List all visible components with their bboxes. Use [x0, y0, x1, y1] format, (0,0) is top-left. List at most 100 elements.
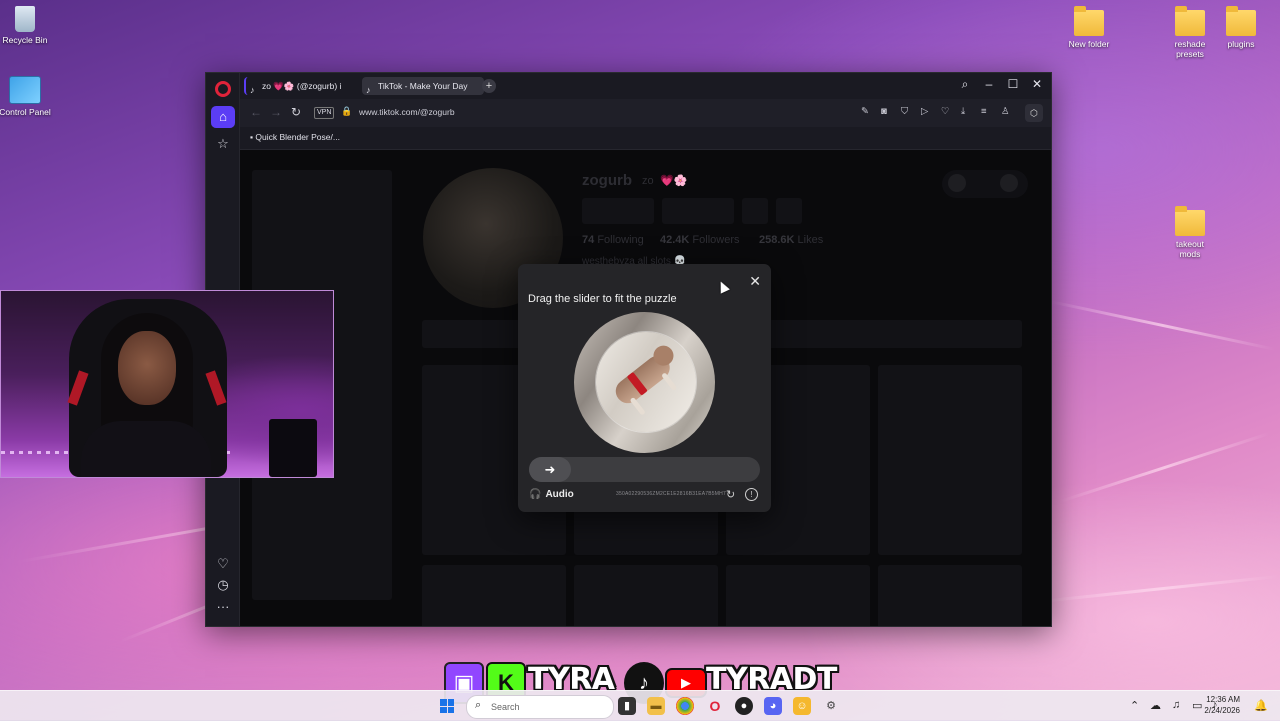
file-explorer-icon[interactable]: ▬ — [647, 697, 665, 715]
more-icon[interactable] — [1000, 174, 1018, 192]
bookmarks-bar: ▪ Quick Blender Pose/... — [240, 127, 1051, 150]
forward-arrow-icon[interactable]: → — [270, 105, 282, 119]
home-icon[interactable]: ⌂ — [211, 106, 235, 128]
close-window-button[interactable]: ✕ — [1028, 77, 1046, 91]
tray-chevron-icon[interactable]: ⌃ — [1130, 699, 1139, 712]
refresh-icon[interactable]: ↻ — [726, 488, 735, 501]
url-field[interactable]: www.tiktok.com/@zogurb — [359, 107, 455, 117]
action-button-skeleton[interactable] — [582, 198, 654, 224]
extensions-cube-icon[interactable]: ⬡ — [1025, 104, 1043, 122]
action-button-skeleton[interactable] — [776, 198, 802, 224]
profile-nickname: zo — [642, 175, 654, 187]
video-thumbnail[interactable] — [878, 365, 1022, 555]
discord-icon[interactable]: ◕ — [764, 697, 782, 715]
opera-logo-icon[interactable] — [215, 81, 231, 97]
folder-icon — [1226, 6, 1256, 36]
play-icon[interactable]: ▷ — [921, 106, 928, 117]
desktop-icon-label: plugins — [1227, 39, 1255, 49]
search-tabs-icon[interactable]: ⌕ — [956, 77, 974, 92]
chrome-icon[interactable] — [676, 697, 694, 715]
onedrive-cloud-icon[interactable]: ☁ — [1150, 699, 1161, 712]
stat-followers[interactable]: 42.4K Followers — [660, 234, 740, 246]
action-button-skeleton[interactable] — [742, 198, 768, 224]
desktop-icon-recycle-bin[interactable]: Recycle Bin — [0, 6, 60, 45]
video-thumbnail[interactable] — [878, 565, 1022, 626]
minimize-button[interactable]: – — [980, 77, 998, 91]
followers-count: 42.4K — [660, 234, 690, 246]
likes-count: 258.6K — [759, 234, 795, 246]
heart-icon[interactable]: ♡ — [214, 555, 232, 573]
puzzle-rotating-piece — [575, 312, 715, 453]
puzzle-slider-track[interactable]: ➜ — [529, 457, 760, 482]
puzzle-image — [574, 312, 715, 453]
chat-app-icon[interactable]: ☺ — [793, 697, 811, 715]
stat-following[interactable]: 74 Following — [582, 234, 644, 246]
audio-button[interactable]: 🎧 Audio — [529, 489, 574, 500]
desktop-icon-control-panel[interactable]: Control Panel — [0, 76, 60, 117]
bookmark-label: Quick Blender Pose/... — [255, 132, 340, 142]
desktop-icon-new-folder[interactable]: New folder — [1054, 6, 1124, 49]
tab-tiktok-active[interactable]: ♪ TikTok - Make Your Day — [362, 77, 484, 95]
captcha-dialog: ✕ Drag the slider to fit the puzzle ➜ 🎧 A… — [518, 264, 771, 512]
reload-icon[interactable]: ↻ — [291, 105, 301, 119]
following-label: Following — [597, 234, 644, 246]
new-tab-button[interactable]: + — [482, 79, 496, 93]
more-dots-icon[interactable]: ··· — [214, 598, 232, 616]
shield-icon[interactable]: ⛉ — [901, 106, 908, 117]
bookmark-item[interactable]: ▪ Quick Blender Pose/... — [250, 132, 340, 142]
video-thumbnail[interactable] — [574, 565, 718, 626]
download-icon[interactable]: ⤓ — [961, 106, 965, 117]
windows-start-icon[interactable] — [440, 699, 454, 713]
display-icon[interactable]: ▭ — [1192, 699, 1202, 712]
wallpaper-streak — [1049, 300, 1276, 351]
edit-icon[interactable]: ✎ — [861, 106, 869, 117]
desktop-icon-label: Recycle Bin — [2, 35, 48, 45]
close-icon[interactable]: ✕ — [749, 273, 761, 290]
tab-title: TikTok - Make Your Day — [378, 81, 468, 91]
app-icon[interactable]: ● — [735, 697, 753, 715]
notification-bell-icon[interactable]: 🔔 — [1254, 699, 1268, 712]
audio-label: Audio — [545, 489, 574, 500]
lock-icon[interactable]: 🔒 — [341, 106, 352, 117]
windows-taskbar: ⌕ Search ▮ ▬ O ● ◕ ☺ ⚙ ⌃ ☁ ♫ ▭ ♪ 12:36 A… — [0, 690, 1280, 721]
star-icon[interactable]: ☆ — [214, 135, 232, 153]
profile-username: zogurb — [582, 172, 632, 189]
tab-zogurb-profile[interactable]: ♪ zo 💗🌸 (@zogurb) i — [244, 77, 380, 95]
taskbar-search[interactable]: ⌕ Search — [466, 695, 614, 719]
slider-handle-arrow-icon[interactable]: ➜ — [529, 457, 571, 482]
back-arrow-icon[interactable]: ← — [250, 105, 262, 119]
clock-time: 12:36 AM — [1206, 695, 1240, 704]
captcha-title: Drag the slider to fit the puzzle — [528, 293, 677, 305]
video-thumbnail[interactable] — [422, 565, 566, 626]
desktop-icon-label: Control Panel — [0, 107, 51, 117]
wallpaper-streak — [1059, 432, 1270, 503]
vpn-badge[interactable]: VPN — [314, 107, 335, 119]
info-icon[interactable]: ! — [745, 488, 758, 501]
action-button-skeleton[interactable] — [662, 198, 734, 224]
task-view-icon[interactable]: ▮ — [618, 697, 636, 715]
camera-icon[interactable]: ◙ — [881, 106, 887, 117]
desktop-icon-takeout-mods[interactable]: takeout mods — [1155, 206, 1225, 259]
tab-title: zo 💗🌸 (@zogurb) i — [262, 81, 342, 91]
speaker — [269, 419, 317, 477]
share-icon[interactable] — [948, 174, 966, 192]
dog-leg — [629, 396, 646, 416]
folder-icon — [1175, 206, 1205, 236]
taskbar-clock[interactable]: 12:36 AM 2/24/2026 — [1204, 694, 1240, 716]
account-icon[interactable]: ♙ — [1001, 106, 1010, 117]
control-panel-icon — [9, 76, 41, 104]
settings-icon[interactable]: ⚙ — [822, 697, 840, 715]
menu-icon[interactable]: ≡ — [981, 106, 987, 117]
heart-outline-icon[interactable]: ♡ — [941, 106, 950, 117]
opera-icon[interactable]: O — [706, 697, 724, 715]
address-bar: ← → ↻ VPN 🔒 www.tiktok.com/@zogurb ✎ ◙ ⛉… — [240, 99, 1051, 127]
headphones-icon: 🎧 — [529, 489, 542, 500]
history-clock-icon[interactable]: ◷ — [214, 576, 232, 594]
video-thumbnail[interactable] — [726, 565, 870, 626]
microphone-icon[interactable]: ♫ — [1172, 699, 1180, 711]
desktop-icon-plugins[interactable]: plugins — [1206, 6, 1276, 49]
clock-date: 2/24/2026 — [1204, 706, 1240, 715]
streamer-torso — [81, 421, 211, 477]
maximize-button[interactable]: ☐ — [1004, 77, 1022, 91]
folder-icon — [1175, 6, 1205, 36]
